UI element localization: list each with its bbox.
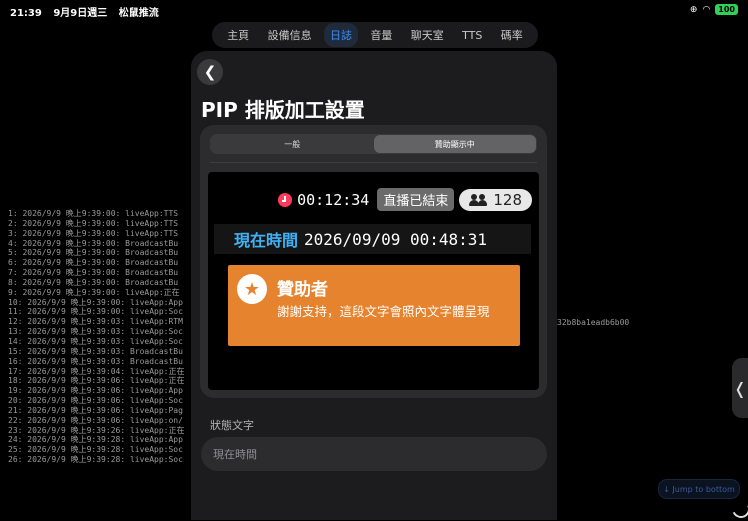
current-time-row: 現在時間 2026/09/09 00:48:31 [214,224,531,254]
current-time-value: 2026/09/09 00:48:31 [304,229,488,249]
log-line: 22: 2026/9/9 晚上9:39:06: liveApp:on/ [8,415,183,425]
segment-1[interactable]: 贊助顯示中 [373,135,536,153]
status-bar-right: ⊕ ◠ 100 [690,4,738,15]
settings-card: 一般 贊助顯示中 00:12:34 直播已結束 128 現在時間 2026/09… [200,125,547,398]
sponsor-title: 贊助者 [277,280,328,300]
log-line: 2: 2026/9/9 晚上9:39:00: liveApp:TTS [8,218,179,228]
log-line: 26: 2026/9/9 晚上9:39:28: liveApp:Soc [8,455,183,465]
log-line: 13: 2026/9/9 晚上9:39:03: liveApp:Soc [8,327,183,337]
log-line: 10: 2026/9/9 晚上9:39:00: liveApp:App [8,297,183,307]
divider [210,162,537,163]
stream-timer: 00:12:34 [297,190,370,209]
status-bar: 21:39 9月9日週三 松鼠推流 ⊕ ◠ 100 [0,0,748,20]
log-line: 6: 2026/9/9 晚上9:39:00: BroadcastBu [8,258,179,268]
status-date: 9月9日週三 [53,8,108,19]
log-output[interactable]: 1: 2026/9/9 晚上9:39:00: liveApp:TTS 2: 202… [8,209,198,465]
log-line: 12: 2026/9/9 晚上9:39:03: liveApp:RTM [8,317,183,327]
tab-5[interactable]: TTS [456,25,488,46]
side-drawer-handle[interactable]: ❬ [732,358,748,418]
location-icon: ⊕ [689,4,698,15]
battery-icon: 100 [715,4,738,15]
log-line: 17: 2026/9/9 晚上9:39:04: liveApp:正在 [8,366,185,376]
sponsor-body: 謝謝支持，這段文字會照內文字體呈現 [277,304,490,319]
viewer-count-badge: 128 [459,188,532,211]
log-line: 24: 2026/9/9 晚上9:39:28: liveApp:App [8,435,183,445]
viewer-count: 128 [493,190,522,209]
pip-settings-sheet: ❮ PIP 排版加工設置 一般贊助顯示中 00:12:34 直播已結束 128 [191,51,557,520]
log-line: 1: 2026/9/9 晚上9:39:00: liveApp:TTS [8,209,179,218]
status-time: 21:39 [10,8,42,19]
clock-icon [278,192,293,207]
log-hash-fragment: 32b8ba1eadb6b00 [557,318,630,327]
log-line: 19: 2026/9/9 晚上9:39:06: liveApp:App [8,386,183,396]
timer-row: 00:12:34 直播已結束 128 [278,188,532,211]
tab-6[interactable]: 碼率 [495,23,529,47]
log-line: 23: 2026/9/9 晚上9:39:26: liveApp:正在 [8,425,185,435]
jump-to-bottom-button[interactable]: ↓ Jump to bottom [658,479,740,499]
log-line: 9: 2026/9/9 晚上9:39:00: liveApp:正在 [8,287,180,297]
tab-0[interactable]: 主頁 [221,23,255,47]
top-tab-bar: 主頁 設備信息 日誌 音量 聊天室 TTS 碼率 [212,22,538,48]
status-bar-left: 21:39 9月9日週三 松鼠推流 [10,4,167,19]
log-line: 8: 2026/9/9 晚上9:39:00: BroadcastBu [8,277,179,287]
log-line: 3: 2026/9/9 晚上9:39:00: liveApp:TTS [8,228,179,238]
log-line: 14: 2026/9/9 晚上9:39:03: liveApp:Soc [8,336,183,346]
loading-spinner-icon [729,497,748,521]
status-app-name: 松鼠推流 [118,8,159,19]
status-text-label: 狀態文字 [210,419,254,432]
chevron-left-icon: ❬ [733,378,747,398]
log-line: 18: 2026/9/9 晚上9:39:06: liveApp:正在 [8,376,185,386]
log-line: 7: 2026/9/9 晚上9:39:00: BroadcastBu [8,268,179,278]
tab-4[interactable]: 聊天室 [405,23,450,47]
stream-ended-badge: 直播已結束 [377,188,455,211]
status-text-field-wrapper [201,437,547,471]
people-icon [469,193,488,206]
back-button[interactable]: ❮ [197,59,223,85]
log-line: 21: 2026/9/9 晚上9:39:06: liveApp:Pag [8,405,183,415]
pip-preview: 00:12:34 直播已結束 128 現在時間 2026/09/09 00:48… [208,172,539,390]
page-title: PIP 排版加工設置 [201,98,365,122]
star-icon: ★ [237,274,267,304]
current-time-label: 現在時間 [234,231,299,250]
log-line: 15: 2026/9/9 晚上9:39:03: BroadcastBu [8,346,183,356]
log-line: 11: 2026/9/9 晚上9:39:00: liveApp:Soc [8,307,183,317]
log-line: 16: 2026/9/9 晚上9:39:03: BroadcastBu [8,356,183,366]
chevron-left-icon: ❮ [203,63,217,81]
tab-3[interactable]: 音量 [364,23,398,47]
tab-2[interactable]: 日誌 [323,23,358,47]
status-text-input[interactable] [211,446,537,462]
sponsor-banner: ★ 贊助者 謝謝支持，這段文字會照內文字體呈現 [228,265,520,346]
wifi-icon: ◠ [702,4,711,15]
mode-segmented-control: 一般 贊助顯示中 [210,134,537,154]
log-line: 25: 2026/9/9 晚上9:39:28: liveApp:Soc [8,445,183,455]
log-line: 4: 2026/9/9 晚上9:39:00: BroadcastBu [8,238,179,248]
tab-1[interactable]: 設備信息 [262,23,318,47]
log-line: 20: 2026/9/9 晚上9:39:06: liveApp:Soc [8,396,183,406]
segment-0[interactable]: 一般 [211,135,374,153]
log-line: 5: 2026/9/9 晚上9:39:00: BroadcastBu [8,248,179,258]
